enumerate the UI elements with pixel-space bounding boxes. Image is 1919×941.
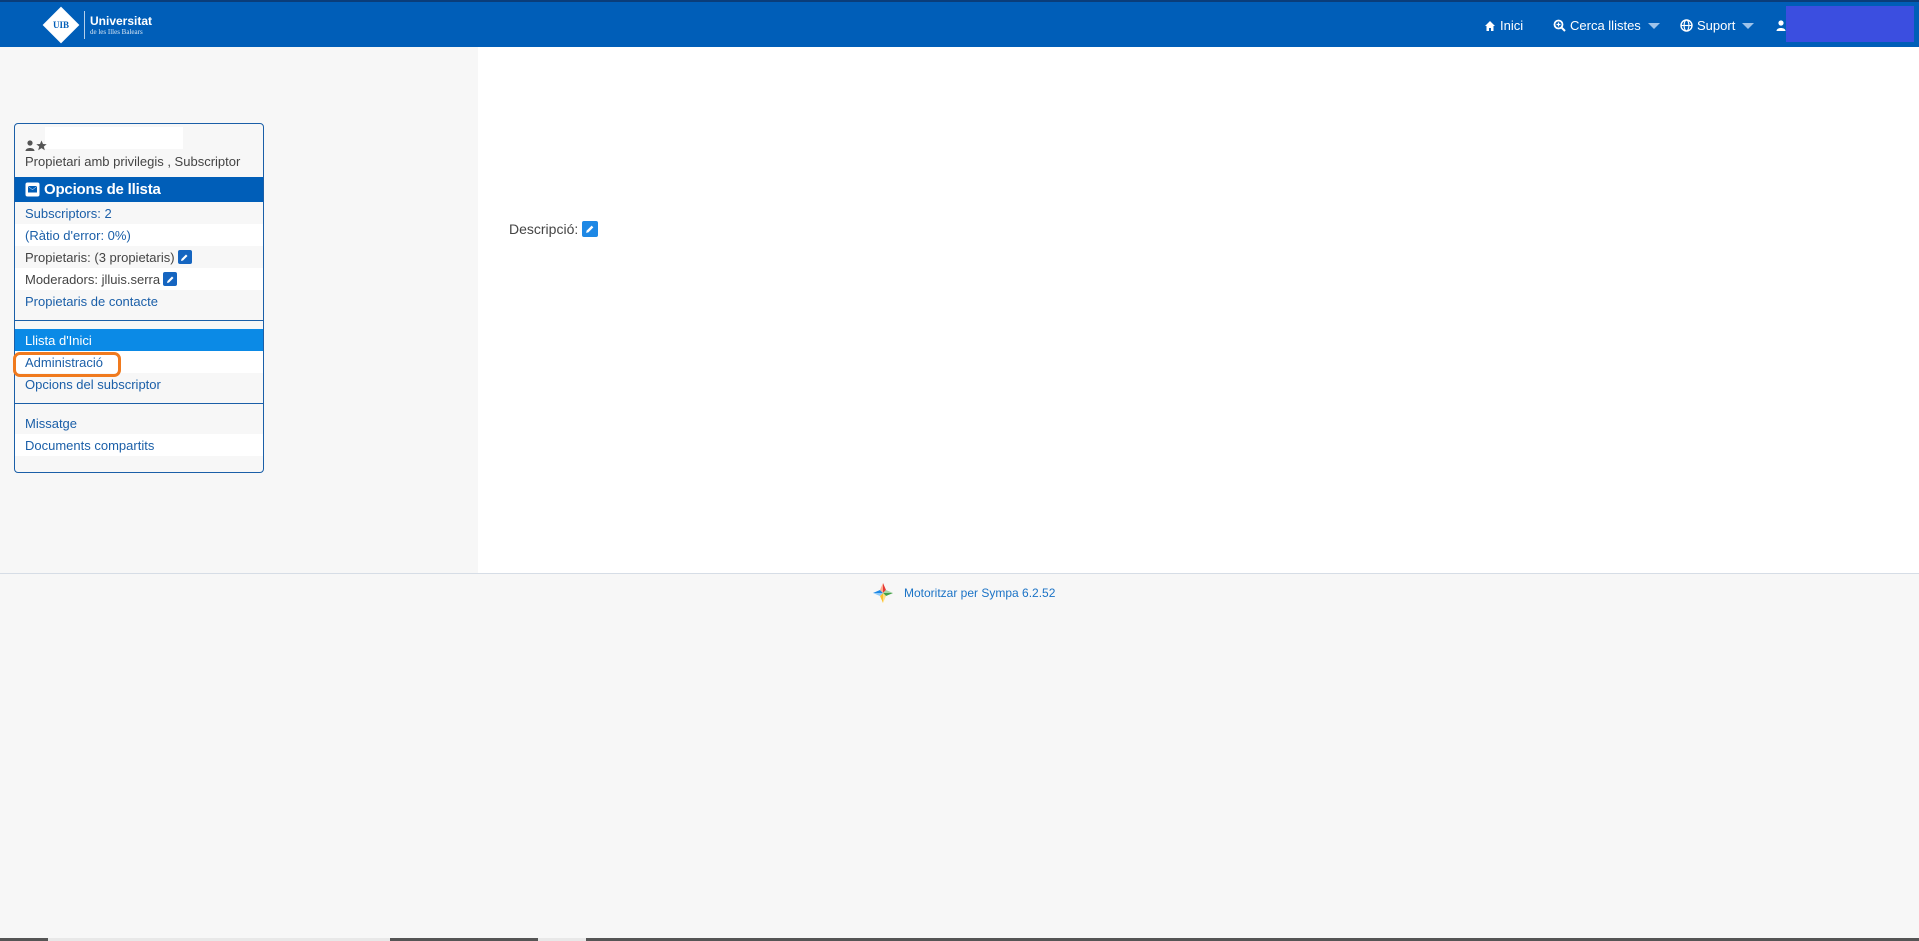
menu-list-home[interactable]: Llista d'Inici bbox=[15, 329, 263, 351]
logo-text: Universitat de les Illes Balears bbox=[90, 15, 152, 36]
user-role-text: Propietari amb privilegis , Subscriptor bbox=[25, 154, 241, 169]
logo-name-line1: Universitat bbox=[90, 13, 153, 28]
role-icons bbox=[25, 140, 47, 151]
sympa-logo-icon bbox=[873, 583, 893, 603]
logo-name-line2: de les Illes Balears bbox=[90, 27, 143, 36]
user-menu-button[interactable] bbox=[1786, 6, 1914, 42]
nav-support-label: Suport bbox=[1697, 18, 1736, 33]
footer-divider bbox=[0, 573, 1919, 574]
menu-message-label: Missatge bbox=[25, 415, 78, 431]
logo-badge: UIB bbox=[52, 20, 69, 30]
edit-moderators-icon[interactable] bbox=[163, 272, 178, 286]
owners-row: Propietaris: (3 propietaris) bbox=[15, 246, 263, 268]
description-label: Descripció: bbox=[509, 221, 579, 237]
error-ratio-link[interactable]: (Ràtio d'error: 0%) bbox=[25, 228, 131, 243]
contact-owners[interactable]: Propietaris de contacte bbox=[15, 290, 263, 312]
error-ratio[interactable]: (Ràtio d'error: 0%) bbox=[15, 224, 263, 246]
nav-home[interactable]: Inici bbox=[1484, 2, 1523, 49]
administration-highlight bbox=[13, 352, 121, 377]
moderators-text: Moderadors: jlluis.serra bbox=[25, 271, 161, 287]
home-icon bbox=[1485, 20, 1495, 31]
menu-list-home-label: Llista d'Inici bbox=[25, 332, 92, 348]
top-navbar: UIB Universitat de les Illes Balears Ini… bbox=[0, 0, 1919, 47]
user-name-redacted bbox=[45, 127, 183, 149]
contact-owners-link[interactable]: Propietaris de contacte bbox=[25, 294, 158, 309]
subscribers-link[interactable]: Subscriptors: 2 bbox=[25, 206, 112, 221]
globe-icon bbox=[1680, 19, 1693, 32]
list-sidebar-panel: Propietari amb privilegis , Subscriptor … bbox=[14, 123, 264, 473]
nav-support[interactable]: Suport bbox=[1680, 2, 1755, 49]
owners-text: Propietaris: (3 propietaris) bbox=[25, 249, 175, 265]
search-plus-icon bbox=[1553, 19, 1566, 32]
list-options-header: Opcions de llista bbox=[15, 177, 263, 202]
menu-subscriber-options-label: Opcions del subscriptor bbox=[25, 376, 161, 392]
menu-separator bbox=[15, 403, 263, 404]
moderators-row: Moderadors: jlluis.serra bbox=[15, 268, 263, 290]
menu-shared-documents-label: Documents compartits bbox=[25, 437, 155, 453]
menu-separator bbox=[15, 320, 263, 321]
logo-diamond-icon: UIB bbox=[42, 6, 80, 44]
chevron-down-icon bbox=[1647, 22, 1660, 29]
powered-by-link[interactable]: Motoritzar per Sympa 6.2.52 bbox=[904, 586, 1055, 600]
chevron-down-icon bbox=[1742, 22, 1755, 29]
university-logo[interactable]: UIB Universitat de les Illes Balears bbox=[42, 6, 152, 44]
nav-home-label: Inici bbox=[1500, 18, 1524, 33]
logo-separator bbox=[84, 11, 85, 39]
menu-message[interactable]: Missatge bbox=[15, 412, 263, 434]
subscribers-count[interactable]: Subscriptors: 2 bbox=[15, 202, 263, 224]
edit-owners-icon[interactable] bbox=[177, 250, 192, 264]
list-options-title: Opcions de llista bbox=[44, 181, 161, 198]
user-icon bbox=[25, 140, 35, 151]
edit-description-icon[interactable] bbox=[582, 221, 599, 237]
nav-search-lists[interactable]: Cerca llistes bbox=[1553, 2, 1660, 49]
user-role-box: Propietari amb privilegis , Subscriptor bbox=[15, 124, 263, 177]
menu-shared-documents[interactable]: Documents compartits bbox=[15, 434, 263, 456]
star-icon bbox=[36, 140, 47, 151]
footer: Motoritzar per Sympa 6.2.52 bbox=[872, 582, 1055, 604]
description-row: Descripció: bbox=[509, 221, 599, 237]
main-content bbox=[478, 47, 1919, 573]
envelope-icon bbox=[25, 182, 40, 197]
user-icon bbox=[1776, 20, 1786, 31]
nav-search-label: Cerca llistes bbox=[1570, 18, 1641, 33]
